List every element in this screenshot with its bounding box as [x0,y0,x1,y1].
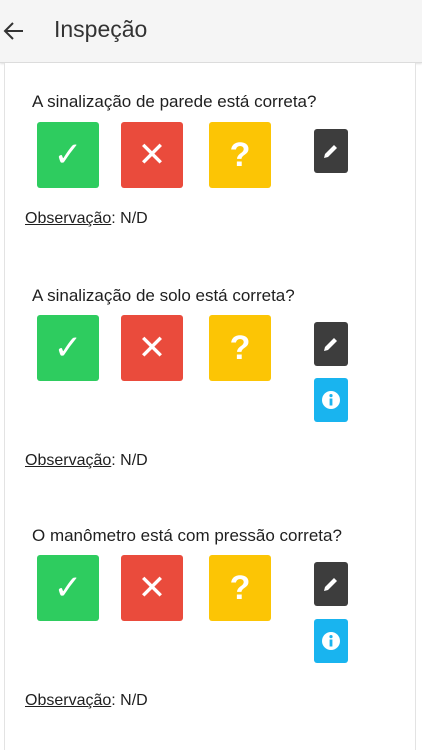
q1-observation: Observação: N/D [25,210,148,227]
q2-no-button[interactable]: ✕ [121,315,183,381]
observation-label: Observação [25,210,112,227]
q1-yes-button[interactable]: ✓ [37,122,99,188]
arrow-left-icon [3,22,23,40]
q1-unknown-button[interactable]: ? [209,122,271,188]
observation-label: Observação [25,452,112,469]
q3-no-button[interactable]: ✕ [121,555,183,621]
q2-yes-button[interactable]: ✓ [37,315,99,381]
q3-edit-button[interactable] [314,562,348,606]
q3-unknown-button[interactable]: ? [209,555,271,621]
question-icon: ? [229,329,251,367]
observation-value: N/D [120,210,148,227]
q2-edit-button[interactable] [314,322,348,366]
question-icon: ? [229,136,251,174]
q2-unknown-button[interactable]: ? [209,315,271,381]
observation-value: N/D [120,452,148,469]
question-icon: ? [229,569,251,607]
pencil-icon [324,578,337,591]
question-1-text: A sinalização de parede está correta? [32,92,317,111]
x-icon: ✕ [137,329,167,367]
pencil-icon [324,338,337,351]
observation-value: N/D [120,692,148,709]
info-icon [322,391,340,409]
q3-info-button[interactable] [314,619,348,663]
back-button[interactable] [0,14,28,48]
info-icon [322,632,340,650]
page-title: Inspeção [54,16,148,42]
x-icon: ✕ [137,136,167,174]
question-2-text: A sinalização de solo está correta? [32,286,295,305]
check-icon: ✓ [53,569,83,607]
pencil-icon [324,145,337,158]
q1-no-button[interactable]: ✕ [121,122,183,188]
check-icon: ✓ [53,329,83,367]
q1-edit-button[interactable] [314,129,348,173]
q2-observation: Observação: N/D [25,452,148,469]
q3-observation: Observação: N/D [25,692,148,709]
observation-label: Observação [25,692,112,709]
app-bar: Inspeção [0,0,422,63]
question-3-text: O manômetro está com pressão correta? [32,526,342,545]
q3-yes-button[interactable]: ✓ [37,555,99,621]
x-icon: ✕ [137,569,167,607]
check-icon: ✓ [53,136,83,174]
q2-info-button[interactable] [314,378,348,422]
